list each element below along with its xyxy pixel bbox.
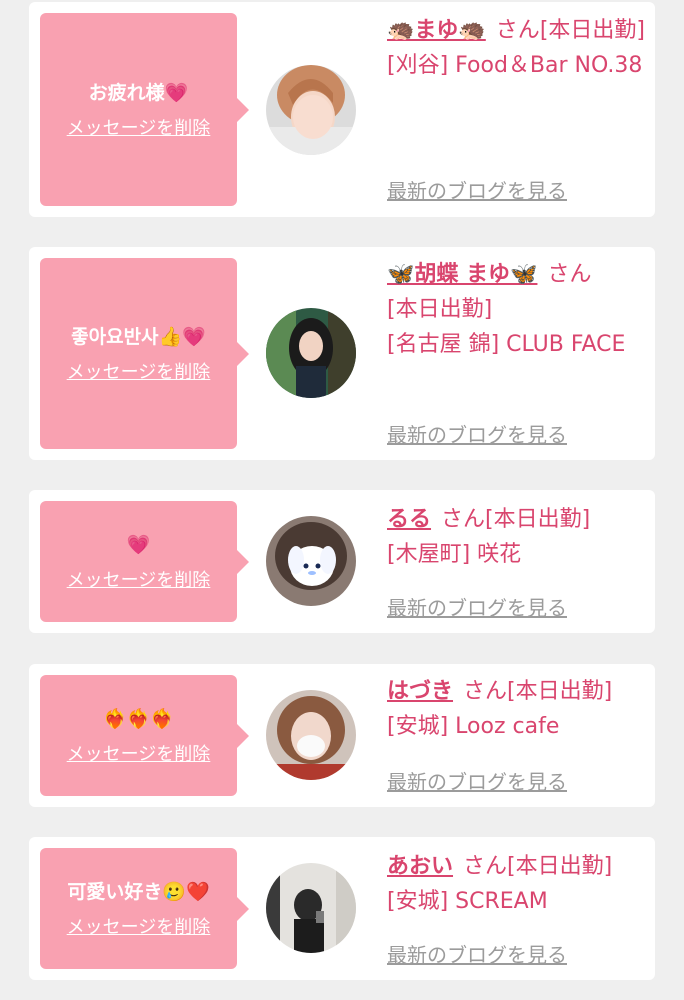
latest-blog-link[interactable]: 最新のブログを見る xyxy=(387,175,567,204)
shop-info: [安城] SCREAM xyxy=(387,889,548,914)
shop-info: [安城] Looz cafe xyxy=(387,714,560,739)
message-text: ❤️‍🔥❤️‍🔥❤️‍🔥 xyxy=(103,707,174,730)
cast-name-link[interactable]: るる xyxy=(387,507,431,532)
message-text: 💗 xyxy=(126,533,151,556)
cast-info: るる さん[本日出勤] [木屋町] 咲花 xyxy=(387,502,649,572)
shop-info: [木屋町] 咲花 xyxy=(387,542,522,567)
cast-info: 🦔まゆ🦔 さん[本日出勤] [刈谷] Food＆Bar NO.38 xyxy=(387,13,649,83)
work-status: [本日出勤] xyxy=(539,18,645,43)
latest-blog-link[interactable]: 最新のブログを見る xyxy=(387,419,567,448)
avatar[interactable] xyxy=(266,308,356,398)
latest-blog-link[interactable]: 最新のブログを見る xyxy=(387,766,567,795)
cast-name-link[interactable]: 🦔まゆ🦔 xyxy=(387,18,486,43)
message-card: 좋아요반사👍💗 メッセージを削除 🦋胡蝶 まゆ🦋 さん [本日出勤] [名古屋 錦… xyxy=(29,247,655,460)
honorific: さん xyxy=(547,262,592,287)
message-bubble: ❤️‍🔥❤️‍🔥❤️‍🔥 メッセージを削除 xyxy=(40,675,249,796)
avatar-photo xyxy=(266,516,356,606)
avatar[interactable] xyxy=(266,65,356,155)
avatar-photo xyxy=(266,308,356,398)
honorific: さん xyxy=(463,854,508,879)
delete-message-link[interactable]: メッセージを削除 xyxy=(67,570,211,592)
avatar-photo xyxy=(266,65,356,155)
delete-message-link[interactable]: メッセージを削除 xyxy=(67,744,211,766)
cast-info: はづき さん[本日出勤] [安城] Looz cafe xyxy=(387,674,649,744)
shop-info: [刈谷] Food＆Bar NO.38 xyxy=(387,53,643,78)
honorific: さん xyxy=(495,18,540,43)
work-status: [本日出勤] xyxy=(507,679,613,704)
avatar[interactable] xyxy=(266,863,356,953)
honorific: さん xyxy=(441,507,486,532)
message-bubble: 可愛い好き🥲❤️ メッセージを削除 xyxy=(40,848,249,969)
message-text: 좋아요반사👍💗 xyxy=(71,325,206,348)
avatar-photo xyxy=(266,863,356,953)
avatar[interactable] xyxy=(266,690,356,780)
cast-name-link[interactable]: 🦋胡蝶 まゆ🦋 xyxy=(387,262,537,287)
message-card: 可愛い好き🥲❤️ メッセージを削除 あおい さん[本日出勤] [安城] SCREA… xyxy=(29,837,655,980)
message-bubble: 💗 メッセージを削除 xyxy=(40,501,249,622)
work-status: [本日出勤] xyxy=(485,507,591,532)
avatar[interactable] xyxy=(266,516,356,606)
message-card: ❤️‍🔥❤️‍🔥❤️‍🔥 メッセージを削除 はづき さん[本日出勤] [安城] L… xyxy=(29,664,655,807)
honorific: さん xyxy=(463,679,508,704)
message-bubble: お疲れ様💗 メッセージを削除 xyxy=(40,13,249,206)
message-text: 可愛い好き🥲❤️ xyxy=(67,880,210,903)
work-status: [本日出勤] xyxy=(387,297,493,322)
cast-info: あおい さん[本日出勤] [安城] SCREAM xyxy=(387,849,649,919)
shop-info: [名古屋 錦] CLUB FACE xyxy=(387,332,626,357)
avatar-photo xyxy=(266,690,356,780)
message-bubble: 좋아요반사👍💗 メッセージを削除 xyxy=(40,258,249,449)
delete-message-link[interactable]: メッセージを削除 xyxy=(67,917,211,939)
delete-message-link[interactable]: メッセージを削除 xyxy=(67,118,211,140)
message-card: 💗 メッセージを削除 るる さん[本日出勤] [木屋町] 咲花 最新のブログを見る xyxy=(29,490,655,633)
latest-blog-link[interactable]: 最新のブログを見る xyxy=(387,592,567,621)
message-text: お疲れ様💗 xyxy=(88,81,189,104)
cast-name-link[interactable]: はづき xyxy=(387,679,453,704)
message-list: お疲れ様💗 メッセージを削除 🦔まゆ🦔 さん[本日出勤] [刈谷] Food＆Ba… xyxy=(0,0,684,1000)
latest-blog-link[interactable]: 最新のブログを見る xyxy=(387,939,567,968)
delete-message-link[interactable]: メッセージを削除 xyxy=(67,362,211,384)
cast-info: 🦋胡蝶 まゆ🦋 さん [本日出勤] [名古屋 錦] CLUB FACE xyxy=(387,257,649,362)
work-status: [本日出勤] xyxy=(507,854,613,879)
message-card: お疲れ様💗 メッセージを削除 🦔まゆ🦔 さん[本日出勤] [刈谷] Food＆Ba… xyxy=(29,2,655,217)
cast-name-link[interactable]: あおい xyxy=(387,854,453,879)
